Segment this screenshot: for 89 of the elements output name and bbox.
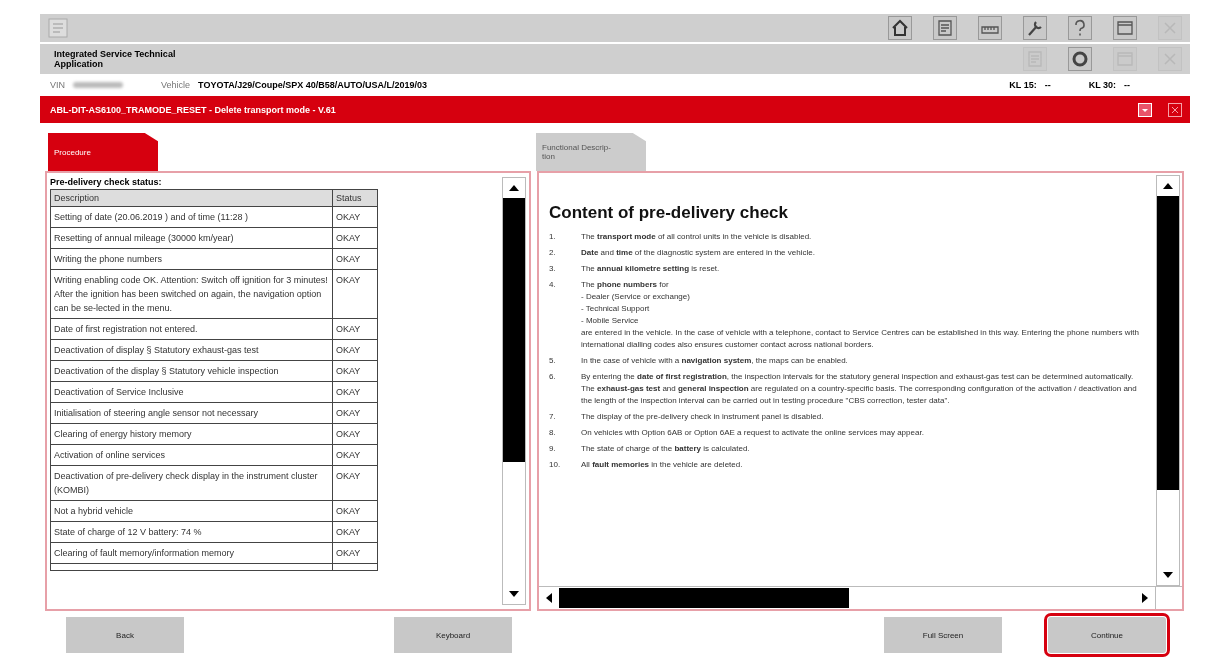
table-cell: OKAY [332,248,378,270]
table-cell: Initialisation of steering angle sensor not necessary [50,402,333,424]
kl15-label: KL 15: [1009,80,1037,90]
scrollbar[interactable] [502,177,526,605]
list-number: 8. [549,427,557,439]
list-text: On vehicles with Option 6AB or Option 6AE a request to activate the online services may appear. [581,427,924,439]
table-cell: OKAY [332,381,378,403]
table-cell: State of charge of 12 V battery: 74 % [50,521,333,543]
window-icon[interactable] [1113,16,1137,40]
kl30-value: -- [1124,80,1130,90]
list-text: are entered in the vehicle. In the case of vehicle with a telephone, contact to Service Centres can be established in this way. Entering the phone numbers with international dialling codes also ensures customer contact across national borders. [581,327,1140,351]
table-cell: Deactivation of the display § Statutory vehicle inspection [50,360,333,382]
list-text: The display of the pre-delivery check in instrument panel is disabled. [581,411,824,423]
column-header: Description [50,189,333,207]
list-text: - Mobile Service [581,315,640,327]
table-cell: OKAY [332,206,378,228]
redacted-vin [73,82,123,88]
list-text: The exhaust-gas test and general inspection are regulated on a country-specific basis. The corresponding configuration of the activation / deactivation and the length of the inspection interval can be carried out in testing procedure "CBS correction, tester data". [581,383,1138,407]
list-text: - Dealer (Service or exchange) [581,291,691,303]
table-cell: OKAY [332,521,378,543]
scroll-thumb[interactable] [503,198,525,463]
table-cell: Date of first registration not entered. [50,318,333,340]
table-cell: Clearing of fault memory/information memory [50,542,333,564]
list-text: The transport mode of all control units in the vehicle is disabled. [581,231,812,243]
action-button[interactable]: Full Screen [884,617,1002,653]
list-number: 1. [549,231,557,243]
dropdown-icon[interactable] [1138,102,1152,117]
list-number: 2. [549,247,557,259]
table-cell: OKAY [332,465,378,501]
vin-label: VIN [50,80,65,90]
action-button[interactable]: Back [66,617,184,653]
tab[interactable]: Procedure [48,133,158,171]
table-cell: Activation of online services [50,444,333,466]
list-number: 5. [549,355,557,367]
tab[interactable]: Functional Descrip-tion [536,133,646,171]
table-cell: Resetting of annual mileage (30000 km/year) [50,227,333,249]
table-title: Pre-delivery check status: [50,177,163,187]
table-cell: OKAY [332,542,378,564]
app-title: Integrated Service Technical Application [54,49,177,69]
table-cell: Deactivation of pre-delivery check display in the instrument cluster (KOMBI) [50,465,333,501]
help-icon[interactable] [1068,16,1092,40]
list-text: Date and time of the diagnostic system are entered in the vehicle. [581,247,815,259]
table-cell: OKAY [332,360,378,382]
table-cell: OKAY [332,339,378,361]
table-cell: Not a hybrid vehicle [50,500,333,522]
scroll-thumb[interactable] [559,588,849,608]
list-text: In the case of vehicle with a navigation system, the maps can be enabled. [581,355,848,367]
table-cell: OKAY [332,318,378,340]
content-heading: Content of pre-delivery check [549,203,789,223]
list-text: - Technical Support [581,303,651,315]
list-text: The state of charge of the battery is calculated. [581,443,750,455]
settings-icon[interactable] [1068,47,1092,71]
table-cell: Writing the phone numbers [50,248,333,270]
column-header: Status [332,189,378,207]
table-cell: OKAY [332,500,378,522]
table-cell: OKAY [332,269,378,319]
home-icon[interactable] [888,16,912,40]
list-number: 3. [549,263,557,275]
gauge-icon[interactable] [978,16,1002,40]
scrollbar[interactable] [1156,175,1180,586]
table-cell: Writing enabling code OK. Attention: Switch off ignition for 3 minutes! After the ignition has been switched on again, the navigation option can be se-lected in the menu. [50,269,333,319]
table-cell: OKAY [332,423,378,445]
list-text: By entering the date of first registration, the inspection intervals for the statutory general inspection and exhaust-gas test can be determined automatically. [581,371,1135,383]
kl15-value: -- [1044,80,1051,90]
scroll-thumb[interactable] [1157,196,1179,491]
procedure-title: ABL-DIT-AS6100_TRAMODE_RESET - Delete transport mode - V.61 [50,104,336,115]
close-icon[interactable] [1168,102,1182,117]
table-cell: Deactivation of display § Statutory exhaust-gas test [50,339,333,361]
table-cell: Deactivation of Service Inclusive [50,381,333,403]
table-cell: OKAY [332,444,378,466]
list-text: The phone numbers for [581,279,670,291]
table-cell: OKAY [332,402,378,424]
table-cell: OKAY [332,227,378,249]
table-cell: Setting of date (20.06.2019 ) and of time (11:28 ) [50,206,333,228]
vehicle-label: Vehicle [161,80,191,90]
list-text: The annual kilometre setting is reset. [581,263,720,275]
kl30-label: KL 30: [1088,80,1116,90]
list-number: 9. [549,443,557,455]
scrollbar[interactable] [539,586,1182,609]
list-number: 7. [549,411,557,423]
list-number: 6. [549,371,557,383]
list-number: 10. [549,459,562,471]
table-cell: Clearing of energy history memory [50,423,333,445]
document-icon[interactable] [933,16,957,40]
action-button[interactable]: Keyboard [394,617,512,653]
wrench-icon[interactable] [1023,16,1047,40]
list-text: All fault memories in the vehicle are deleted. [581,459,743,471]
vehicle-value: TOYOTA/J29/Coupe/SPX 40/B58/AUTO/USA/L/2019/03 [198,80,428,90]
list-number: 4. [549,279,557,291]
